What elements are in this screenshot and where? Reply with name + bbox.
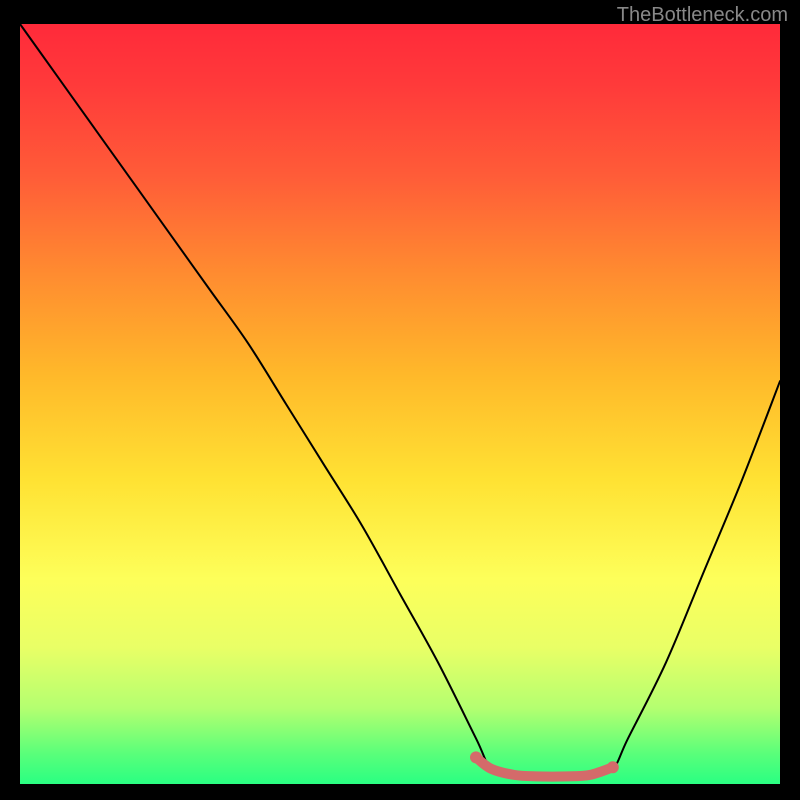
optimal-marker-end-dot	[607, 761, 619, 773]
plot-area	[20, 24, 780, 784]
optimal-marker-start-dot	[470, 751, 482, 763]
bottleneck-curve	[20, 24, 780, 777]
optimal-marker	[476, 757, 613, 776]
chart-svg	[20, 24, 780, 784]
watermark-text: TheBottleneck.com	[617, 4, 788, 27]
